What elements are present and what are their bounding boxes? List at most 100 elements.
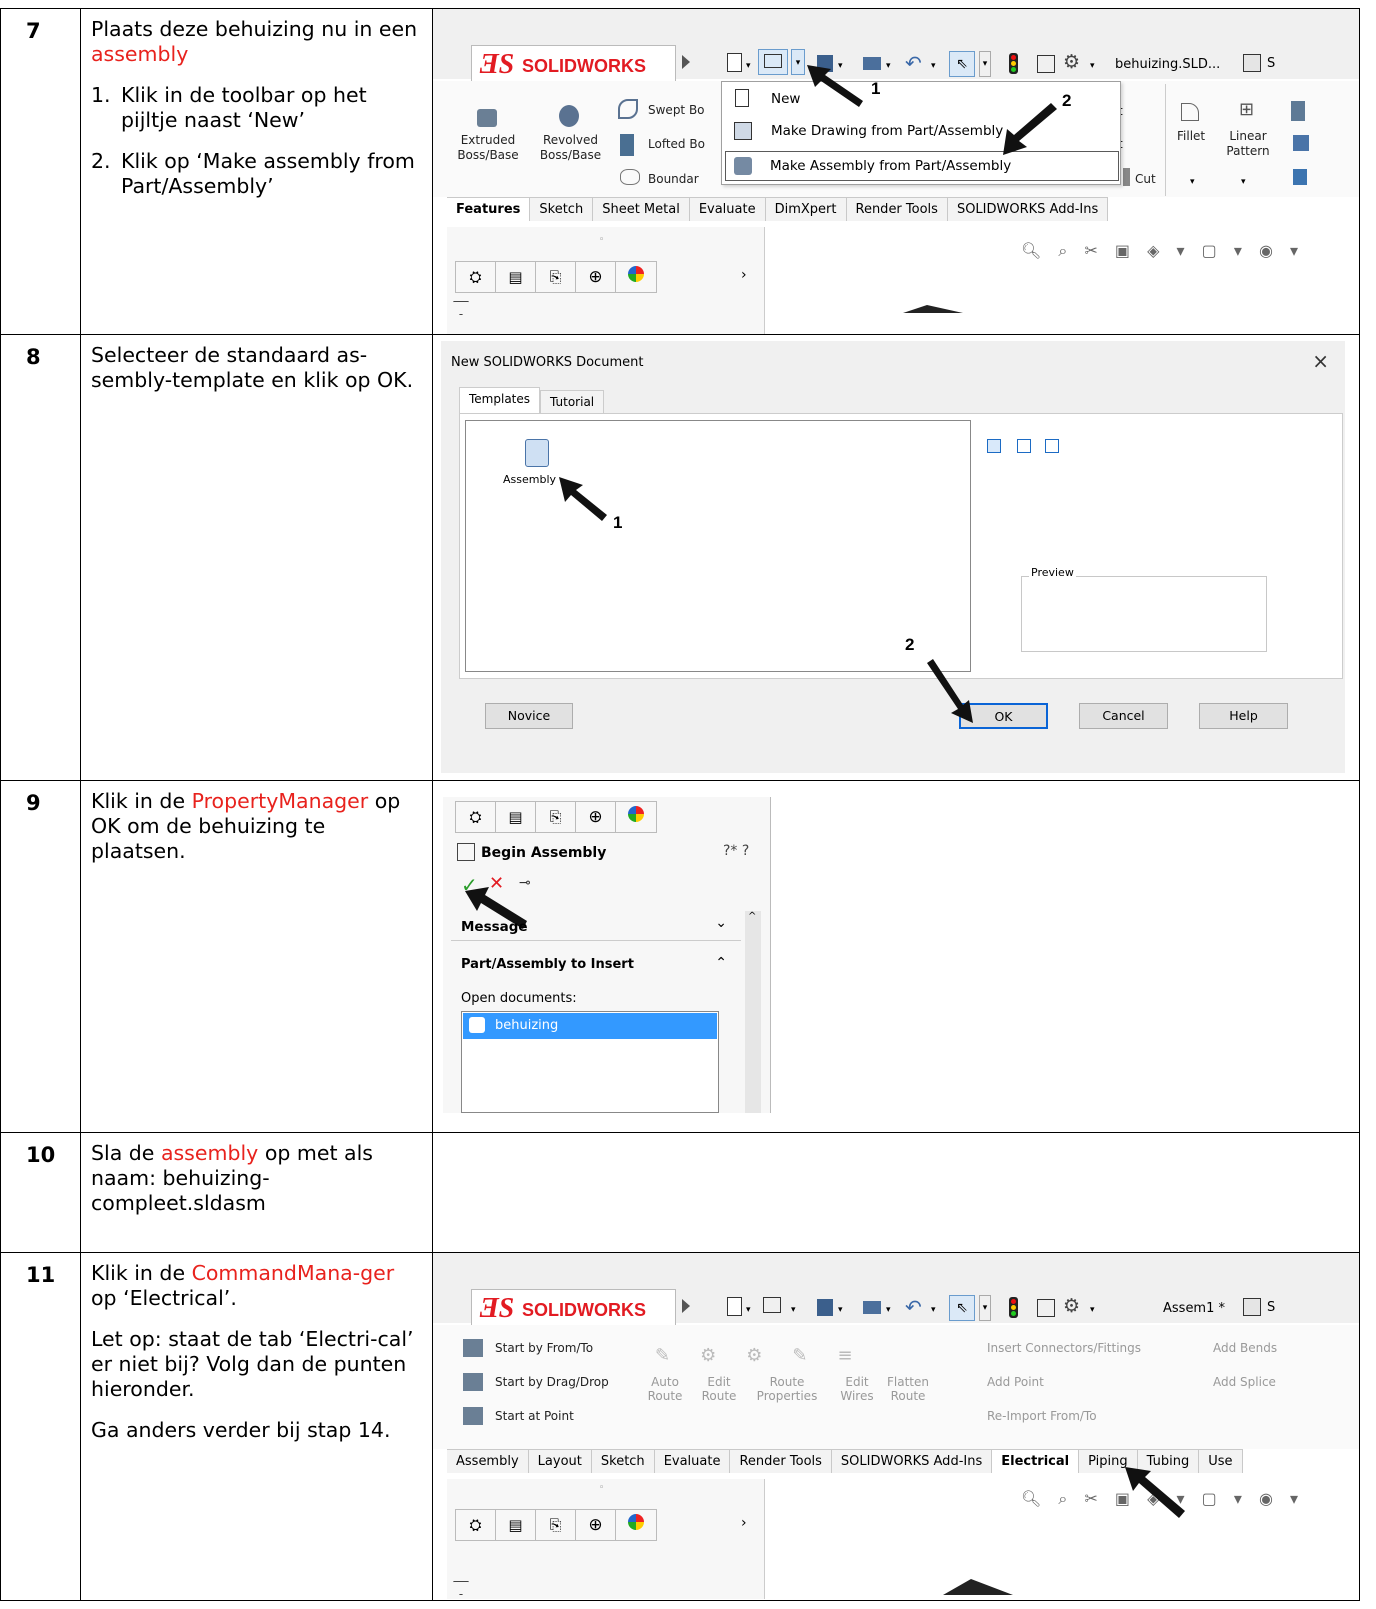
list-item: 2. Klik op ‘Make assembly from Part/Assem… bbox=[91, 149, 415, 198]
add-splice-button[interactable]: Add Splice bbox=[1213, 1375, 1276, 1389]
undo-icon[interactable]: ↶ bbox=[905, 51, 922, 75]
chevron-right-icon[interactable]: › bbox=[741, 1515, 747, 1531]
tab-addins[interactable]: SOLIDWORKS Add-Ins bbox=[831, 1450, 993, 1473]
list-item-behuizing[interactable]: behuizing bbox=[463, 1013, 717, 1039]
configuration-icon[interactable]: ⎘ bbox=[536, 1510, 576, 1540]
dropdown-arrow-icon: ▾ bbox=[886, 1305, 891, 1315]
dropdown-arrow-icon[interactable]: ▾ bbox=[979, 51, 991, 77]
boundary-boss-button[interactable]: Boundar bbox=[648, 172, 699, 186]
edit-route-button[interactable]: Edit Route bbox=[699, 1375, 739, 1403]
chevron-right-icon[interactable]: › bbox=[741, 267, 747, 283]
tab-layout[interactable]: Layout bbox=[528, 1450, 592, 1473]
property-manager-icon[interactable]: ▤ bbox=[496, 262, 536, 292]
dimxpert-icon[interactable]: ⊕ bbox=[576, 802, 616, 832]
fillet-button[interactable]: Fillet bbox=[1177, 129, 1205, 143]
dropdown-arrow-icon[interactable]: ▾ bbox=[746, 61, 751, 71]
flatten-route-button[interactable]: Flatten Route bbox=[885, 1375, 931, 1403]
scrollbar[interactable]: ^ bbox=[745, 911, 761, 1113]
traffic-light-icon[interactable] bbox=[1009, 53, 1018, 74]
configuration-icon[interactable]: ⎘ bbox=[536, 802, 576, 832]
step-row-9: 9 Klik in de PropertyManager op OK om de… bbox=[0, 780, 1360, 1132]
tab-sketch[interactable]: Sketch bbox=[591, 1450, 655, 1473]
dropdown-arrow-icon[interactable]: ▾ bbox=[979, 1295, 991, 1321]
tab-assembly[interactable]: Assembly bbox=[447, 1450, 529, 1473]
start-at-point-button[interactable]: Start at Point bbox=[495, 1409, 574, 1423]
list-item: 1. Klik in de toolbar op het pijltje naas… bbox=[91, 83, 367, 132]
linear-pattern-button[interactable]: Linear Pattern bbox=[1223, 129, 1273, 159]
tab-sheet-metal[interactable]: Sheet Metal bbox=[593, 198, 690, 221]
swept-boss-button[interactable]: Swept Bo bbox=[648, 103, 705, 117]
gear-icon[interactable]: ⚙ bbox=[1063, 51, 1080, 73]
display-manager-icon[interactable] bbox=[616, 262, 656, 292]
tab-tutorial[interactable]: Tutorial bbox=[540, 390, 605, 414]
dropdown-arrow-icon[interactable]: ▾ bbox=[791, 49, 805, 75]
tab-evaluate[interactable]: Evaluate bbox=[689, 198, 766, 221]
tab-electrical[interactable]: Electrical bbox=[992, 1450, 1080, 1473]
auto-route-button[interactable]: Auto Route bbox=[645, 1375, 685, 1403]
callout-1: 1 bbox=[613, 513, 623, 532]
display-manager-icon[interactable] bbox=[616, 802, 656, 832]
property-manager-icon[interactable]: ▤ bbox=[496, 1510, 536, 1540]
cancel-button[interactable]: Cancel bbox=[1079, 703, 1168, 729]
tab-render-tools[interactable]: Render Tools bbox=[730, 1450, 832, 1473]
boundary-cut-button[interactable]: Cut bbox=[1135, 172, 1156, 186]
configuration-icon[interactable]: ⎘ bbox=[536, 262, 576, 292]
dialog-title: New SOLIDWORKS Document bbox=[451, 355, 644, 370]
collapse-arrow-icon[interactable] bbox=[682, 1299, 690, 1313]
novice-button[interactable]: Novice bbox=[485, 703, 573, 729]
print-icon[interactable] bbox=[863, 1301, 881, 1314]
tab-render-tools[interactable]: Render Tools bbox=[846, 198, 948, 221]
revolved-boss-button[interactable]: Revolved Boss/Base bbox=[538, 133, 603, 163]
undo-icon[interactable]: ↶ bbox=[905, 1295, 922, 1319]
select-cursor-icon[interactable]: ⇖ bbox=[949, 1295, 975, 1321]
reimport-button[interactable]: Re-Import From/To bbox=[987, 1409, 1097, 1423]
tab-sketch[interactable]: Sketch bbox=[530, 198, 594, 221]
new-document-icon[interactable] bbox=[727, 1297, 742, 1316]
tab-templates[interactable]: Templates bbox=[459, 387, 541, 414]
tab-dimxpert[interactable]: DimXpert bbox=[765, 198, 847, 221]
lofted-boss-button[interactable]: Lofted Bo bbox=[648, 137, 705, 151]
new-document-icon[interactable] bbox=[727, 53, 742, 72]
start-from-to-button[interactable]: Start by From/To bbox=[495, 1341, 593, 1355]
route-properties-button[interactable]: Route Properties bbox=[751, 1375, 823, 1403]
search-icon[interactable] bbox=[1243, 54, 1261, 72]
list-view-icon[interactable] bbox=[1017, 439, 1031, 453]
display-manager-icon[interactable] bbox=[616, 1510, 656, 1540]
dropdown-arrow-icon[interactable]: ▾ bbox=[746, 1305, 751, 1315]
tab-user[interactable]: Use bbox=[1199, 1450, 1243, 1473]
tab-features[interactable]: Features bbox=[447, 198, 531, 221]
open-folder-icon[interactable] bbox=[763, 1297, 781, 1313]
traffic-light-icon[interactable] bbox=[1009, 1297, 1018, 1318]
feature-tree-icon[interactable]: ⛭ bbox=[456, 802, 496, 832]
add-bends-button[interactable]: Add Bends bbox=[1213, 1341, 1277, 1355]
large-icons-view-icon[interactable] bbox=[987, 439, 1001, 453]
dimxpert-icon[interactable]: ⊕ bbox=[576, 262, 616, 292]
section-part-to-insert[interactable]: Part/Assembly to Insert ⌃ bbox=[451, 949, 741, 979]
help-button[interactable]: Help bbox=[1199, 703, 1288, 729]
dimxpert-icon[interactable]: ⊕ bbox=[576, 1510, 616, 1540]
feature-tree-icon[interactable]: ⛭ bbox=[456, 262, 496, 292]
search-icon[interactable] bbox=[1243, 1298, 1261, 1316]
add-point-button[interactable]: Add Point bbox=[987, 1375, 1044, 1389]
feature-tree-icon[interactable]: ⛭ bbox=[456, 1510, 496, 1540]
tab-addins[interactable]: SOLIDWORKS Add-Ins bbox=[947, 198, 1109, 221]
select-cursor-icon[interactable]: ⇖ bbox=[949, 51, 975, 77]
tab-evaluate[interactable]: Evaluate bbox=[654, 1450, 731, 1473]
help-icon[interactable]: ?* ? bbox=[723, 843, 749, 859]
file-properties-icon[interactable] bbox=[1037, 1299, 1055, 1317]
step-text: Plaats deze behuizing nu in een assembly… bbox=[81, 9, 433, 334]
save-icon[interactable] bbox=[817, 1299, 833, 1316]
property-manager-icon[interactable]: ▤ bbox=[496, 802, 536, 832]
start-drag-drop-button[interactable]: Start by Drag/Drop bbox=[495, 1375, 609, 1389]
view-toolbar: 🔍︎ ⌕ ✂ ▣ ◈ ▾ ▢ ▾ ◉ ▾ bbox=[1021, 241, 1305, 260]
collapse-arrow-icon[interactable] bbox=[682, 55, 690, 69]
file-properties-icon[interactable] bbox=[1037, 55, 1055, 73]
edit-wires-button[interactable]: Edit Wires bbox=[837, 1375, 877, 1403]
gear-icon[interactable]: ⚙ bbox=[1063, 1295, 1080, 1317]
close-icon[interactable]: × bbox=[1312, 349, 1329, 373]
open-folder-icon[interactable] bbox=[758, 49, 788, 75]
section-message[interactable]: Message ⌄ bbox=[451, 911, 741, 941]
insert-connectors-button[interactable]: Insert Connectors/Fittings bbox=[987, 1341, 1141, 1355]
details-view-icon[interactable] bbox=[1045, 439, 1059, 453]
extruded-boss-button[interactable]: Extruded Boss/Base bbox=[457, 133, 519, 163]
